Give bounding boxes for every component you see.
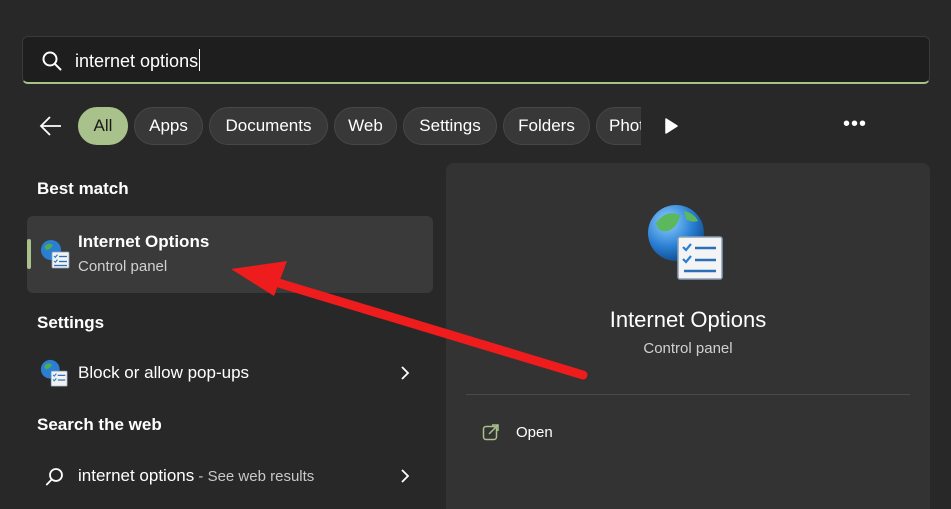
more-options-button[interactable]: ••• — [840, 113, 870, 139]
filter-chips: All Apps Documents Web Settings Folders … — [77, 105, 641, 147]
open-label: Open — [516, 424, 553, 441]
search-icon — [45, 468, 63, 486]
chip-all[interactable]: All — [78, 107, 128, 145]
best-match-title: Internet Options — [78, 232, 210, 251]
web-result-suffix: - See web results — [194, 468, 315, 485]
settings-heading: Settings — [37, 313, 105, 332]
search-icon — [42, 51, 62, 71]
settings-result-label: Block or allow pop-ups — [78, 363, 250, 382]
internet-options-icon — [41, 240, 70, 269]
preview-title: Internet Options — [609, 307, 767, 332]
chip-folders[interactable]: Folders — [503, 107, 590, 145]
chip-apps[interactable]: Apps — [134, 107, 203, 145]
preview-panel: Internet Options Control panel Open — [446, 163, 930, 509]
text-caret — [199, 49, 201, 71]
web-result-item[interactable]: internet options - See web results — [27, 453, 433, 499]
chevron-right-icon[interactable] — [399, 364, 411, 382]
web-result-text: internet options - See web results — [78, 466, 314, 486]
chip-settings[interactable]: Settings — [403, 107, 497, 145]
chevron-right-icon[interactable] — [399, 467, 411, 485]
settings-result-item[interactable]: Block or allow pop-ups — [27, 350, 433, 396]
internet-options-icon — [648, 205, 723, 280]
filter-bar: All Apps Documents Web Settings Folders … — [0, 105, 951, 147]
best-match-heading: Best match — [37, 179, 129, 198]
search-box[interactable]: internet options — [22, 36, 930, 84]
search-input[interactable]: internet options — [75, 49, 201, 72]
best-match-item[interactable]: Internet Options Control panel — [27, 216, 433, 293]
open-external-icon — [482, 424, 499, 441]
chip-web[interactable]: Web — [334, 107, 397, 145]
web-result-query: internet options — [78, 466, 195, 485]
results-list: Best match Internet Options Control pane… — [0, 160, 445, 509]
search-web-heading: Search the web — [37, 415, 162, 434]
internet-options-icon — [40, 359, 68, 387]
chip-documents[interactable]: Documents — [209, 107, 328, 145]
best-match-subtitle: Control panel — [78, 258, 168, 275]
open-button[interactable]: Open — [476, 419, 606, 449]
divider — [466, 394, 910, 395]
preview-subtitle: Control panel — [643, 340, 733, 357]
chip-photos[interactable]: Photos — [596, 107, 641, 145]
selection-indicator — [27, 239, 31, 269]
scroll-right-icon[interactable] — [662, 117, 680, 135]
back-arrow-icon[interactable] — [38, 113, 64, 139]
